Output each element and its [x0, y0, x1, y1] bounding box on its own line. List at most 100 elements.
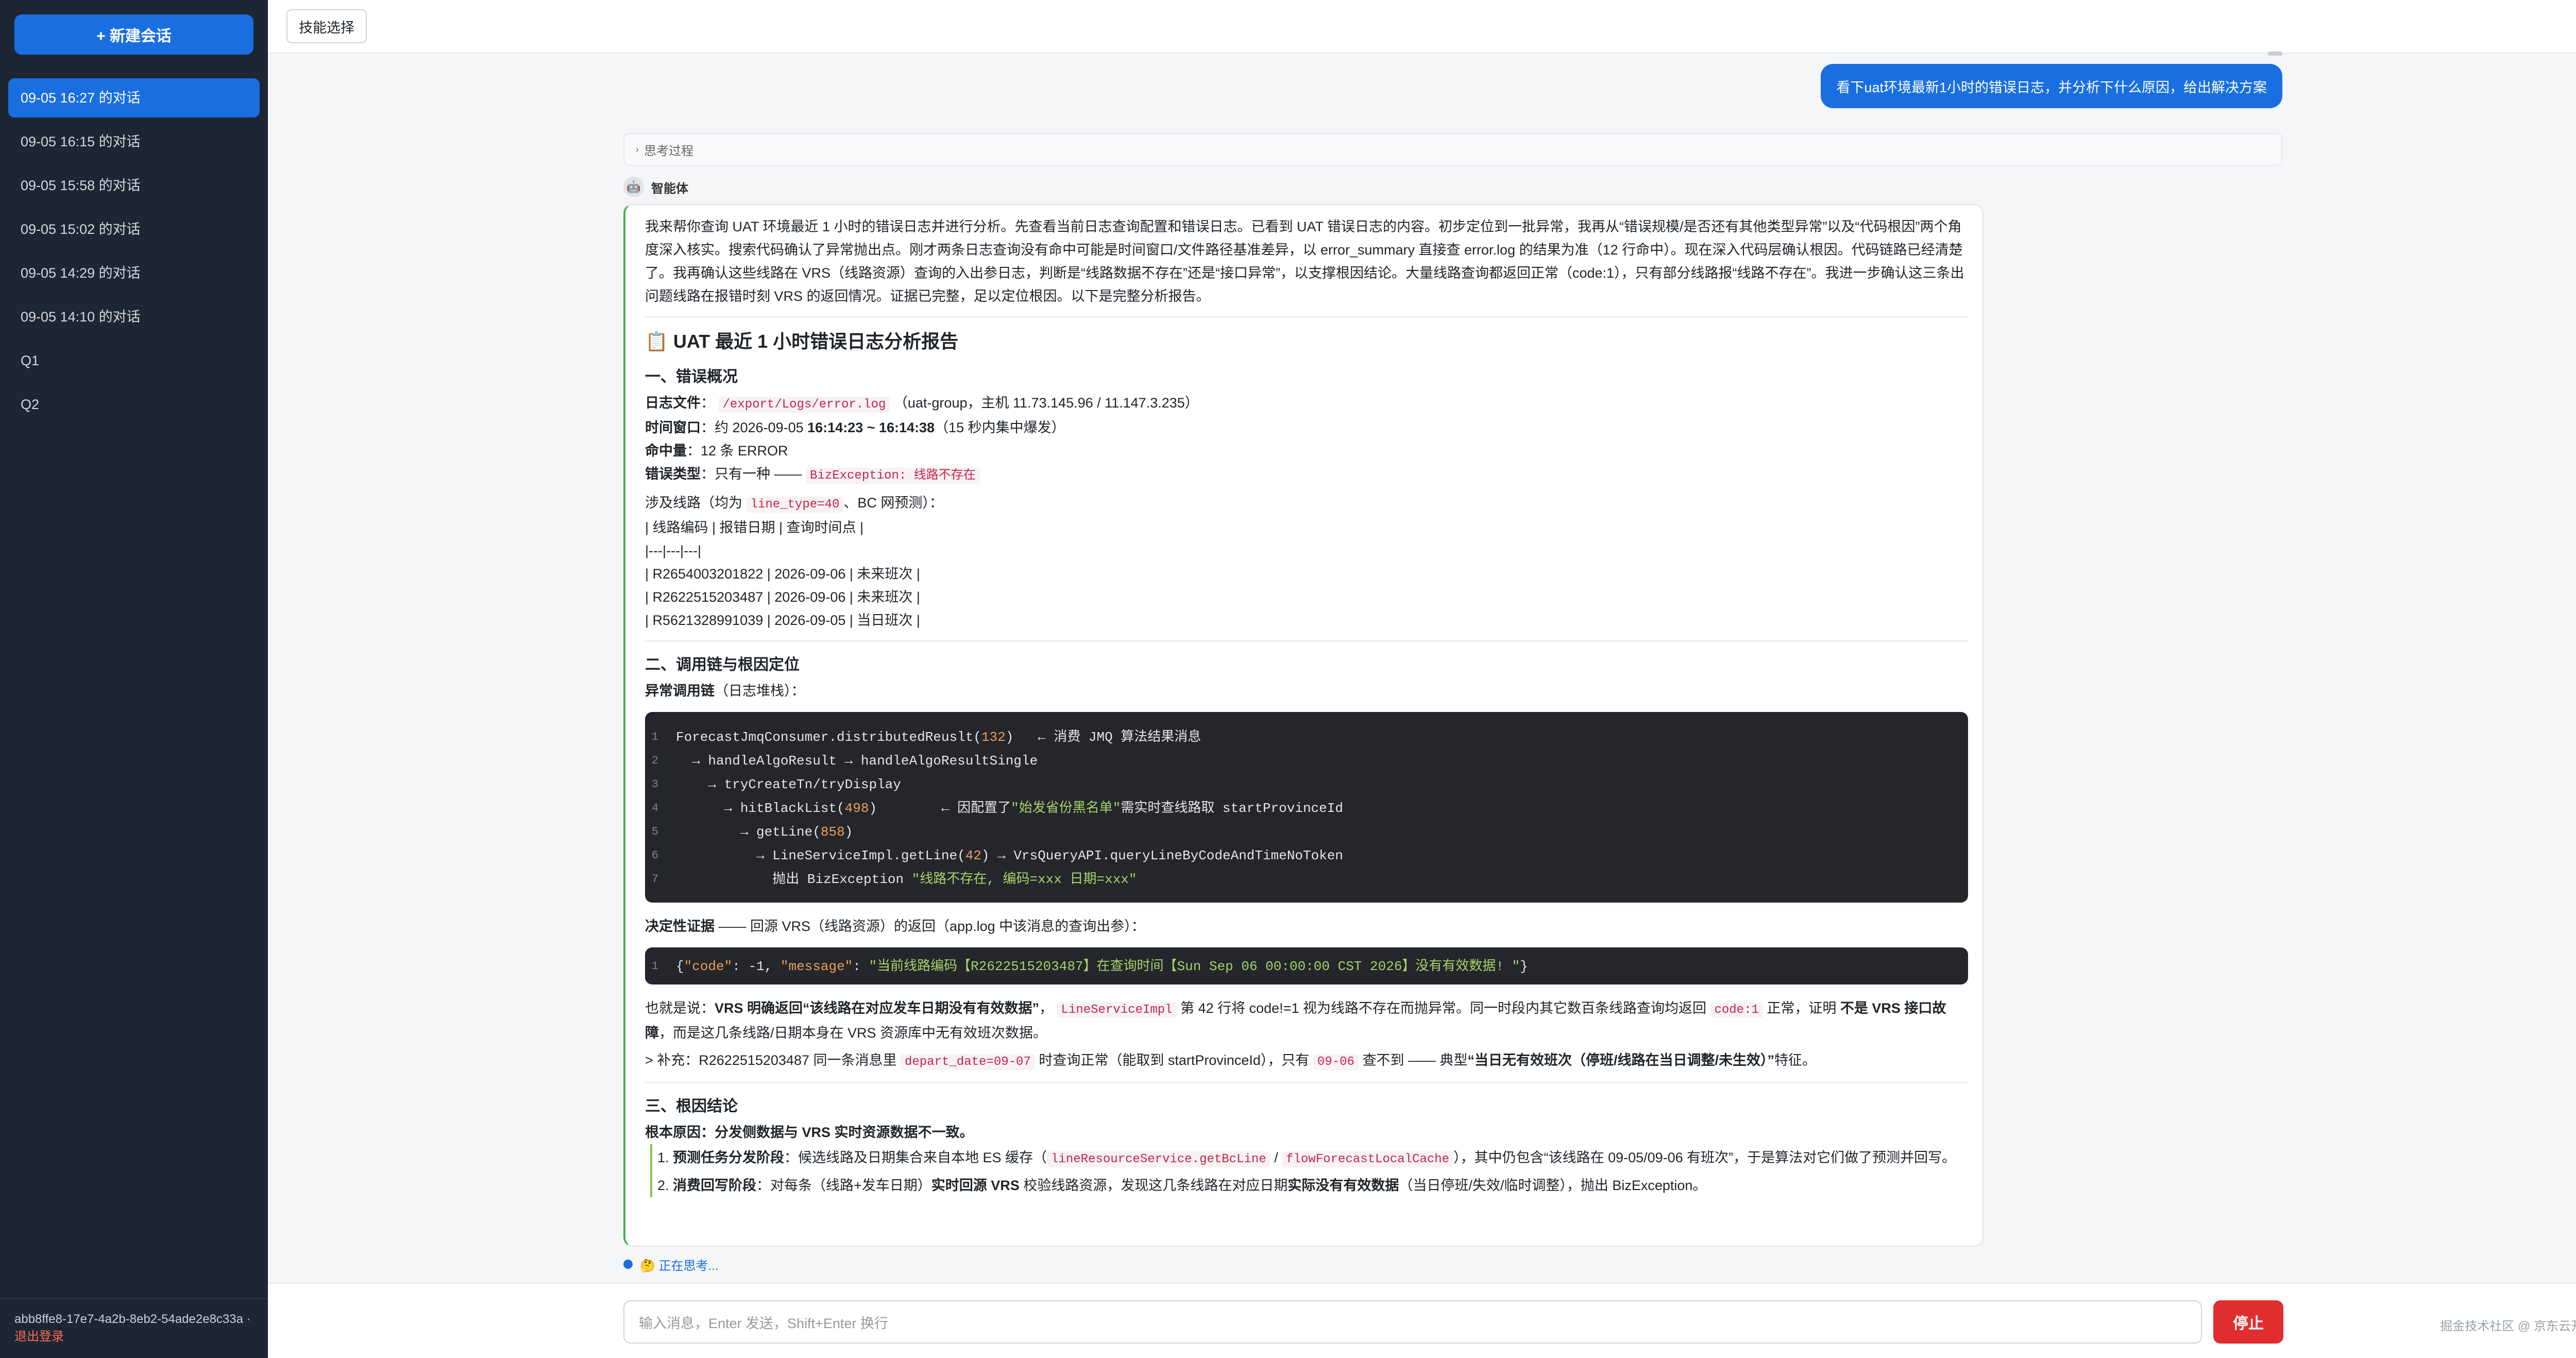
label: 异常调用链 [645, 683, 715, 699]
code-token: → tryCreateTn/tryDisplay [676, 777, 901, 792]
log-file-row: 日志文件： /export/Logs/error.log （uat-group，… [645, 395, 1199, 413]
skill-select-button[interactable]: 技能选择 [286, 9, 367, 43]
table-line: | R2654003201822 | 2026-09-06 | 未来班次 | [645, 566, 920, 582]
list-item: 预测任务分发阶段：候选线路及日期集合来自本地 ES 缓存（lineResourc… [673, 1146, 1968, 1171]
code-token: → hitBlackList( [676, 801, 845, 816]
conversation-item[interactable]: Q1 [8, 341, 260, 380]
line-number: 6 [651, 849, 658, 862]
logout-link[interactable]: 退出登录 [14, 1330, 64, 1344]
user-info: abb8ffe8-17e7-4a2b-8eb2-54ade2e8c33a · 退… [0, 1298, 268, 1358]
inline-code: code:1 [1710, 1002, 1763, 1018]
thinking-process-toggle[interactable]: › 思考过程 [623, 133, 2282, 166]
label: 时间窗口 [645, 420, 701, 435]
code-token: → LineServiceImpl.getLine( [676, 848, 965, 863]
text: （uat-group，主机 11.73.145.96 / 11.147.3.23… [893, 395, 1199, 411]
line-number: 1 [651, 731, 658, 743]
code-token: 132 [981, 729, 1006, 745]
report-title: 📋 UAT 最近 1 小时错误日志分析报告 [645, 331, 959, 352]
code-token: 498 [844, 801, 869, 816]
text: （15 秒内集中爆发） [935, 420, 1065, 435]
line-number: 4 [651, 802, 658, 814]
code-line: 6 → LineServiceImpl.getLine(42) → VrsQue… [645, 844, 1968, 868]
conversation-item[interactable]: 09-05 16:15 的对话 [8, 122, 260, 161]
code-token: : -1, [732, 959, 781, 974]
conversation-item[interactable]: 09-05 14:10 的对话 [8, 297, 260, 336]
conversation-item[interactable]: 09-05 15:02 的对话 [8, 210, 260, 249]
intro-paragraph: 我来帮你查询 UAT 环境最近 1 小时的错误日志并进行分析。先查看当前日志查询… [645, 219, 1964, 304]
text-bold: ：分发侧数据与 VRS 实时资源数据不一致。 [701, 1125, 974, 1140]
inline-code: BizException: 线路不存在 [806, 468, 980, 484]
code-token: ForecastJmqConsumer.distributedReuslt( [676, 729, 981, 745]
divider [645, 316, 1968, 317]
top-bar: 技能选择 [268, 0, 2576, 54]
code-line: 3 → tryCreateTn/tryDisplay [645, 773, 1968, 796]
assistant-message: 我来帮你查询 UAT 环境最近 1 小时的错误日志并进行分析。先查看当前日志查询… [623, 204, 1984, 1247]
label: 命中量 [645, 443, 687, 459]
lines-row: 涉及线路（均为 line_type=40 、BC 网预测）： [645, 491, 1968, 516]
new-chat-button[interactable]: + 新建会话 [14, 14, 253, 55]
conversation-list: 09-05 16:27 的对话 09-05 16:15 的对话 09-05 15… [8, 78, 260, 429]
code-line: 7 抛出 BizException "线路不存在, 编码=xxx 日期=xxx" [645, 868, 1968, 891]
code-line: 4 → hitBlackList(498) ← 因配置了 "始发省份黑名单" 需实时… [645, 796, 1968, 820]
code-token: "始发省份黑名单" [1011, 801, 1121, 816]
conversation-item[interactable]: Q2 [8, 385, 260, 424]
conversation-item[interactable]: 09-05 14:29 的对话 [8, 253, 260, 293]
code-token: "当前线路编码【R2622515203487】在查询时间【Sun Sep 06 … [869, 959, 1520, 974]
stop-button[interactable]: 停止 [2213, 1300, 2283, 1344]
conversation-item[interactable]: 09-05 15:58 的对话 [8, 166, 260, 205]
status-dot-icon [623, 1260, 633, 1269]
divider [645, 640, 1968, 641]
code-token: ) [844, 824, 853, 840]
text: 、BC 网预测）： [843, 495, 943, 511]
code-token: : [853, 959, 869, 974]
supplement-paragraph: > 补充：R2622515203487 同一条消息里 depart_date=0… [645, 1053, 1816, 1070]
text: —— 回源 VRS（线路资源）的返回（app.log 中该消息的查询出参）： [715, 919, 1145, 934]
code-token: 858 [820, 824, 845, 840]
time-window-row: 时间窗口：约 2026-09-05 16:14:23 ~ 16:14:38（15… [645, 416, 1968, 439]
code-token: ) → VrsQueryAPI.queryLineByCodeAndTimeNo… [981, 848, 1344, 863]
code-line: 1 ForecastJmqConsumer.distributedReuslt(1… [645, 725, 1968, 749]
code-token: "message" [780, 959, 853, 974]
hits-row: 命中量：12 条 ERROR [645, 439, 1968, 463]
code-line: 1 {"code": -1, "message": "当前线路编码【R262251… [645, 955, 1968, 978]
conclusion-paragraph: 也就是说：VRS 明确返回“该线路在对应发车日期没有有效数据”， LineSer… [645, 1000, 1946, 1041]
code-token: ) ← 因配置了 [869, 801, 1011, 816]
section-title: 三、根因结论 [645, 1098, 738, 1115]
inline-code: LineServiceImpl [1057, 1002, 1177, 1018]
inline-code: flowForecastLocalCache [1282, 1151, 1454, 1167]
line-number: 5 [651, 825, 658, 838]
watermark: 掘金技术社区 @ 京东云开发者 [2440, 1319, 2576, 1333]
code-token: ) ← 消费 JMQ 算法结果消息 [1005, 729, 1201, 745]
line-number: 2 [651, 754, 658, 767]
label: 日志文件 [645, 395, 701, 411]
table-line: | R2622515203487 | 2026-09-06 | 未来班次 | [645, 589, 920, 605]
conversation-item[interactable]: 09-05 16:27 的对话 [8, 78, 260, 117]
agent-name: 智能体 [651, 181, 688, 196]
bottom-bar: 输入消息，Enter 发送，Shift+Enter 换行 停止 掘金技术社区 @… [268, 1283, 2576, 1358]
text: ：12 条 ERROR [687, 443, 788, 459]
error-type-row: 错误类型：只有一种 —— BizException: 线路不存在 [645, 463, 1968, 487]
section-title: 二、调用链与根因定位 [645, 656, 800, 673]
message-input[interactable]: 输入消息，Enter 发送，Shift+Enter 换行 [623, 1300, 2202, 1344]
text-bold: 16:14:23 ~ 16:14:38 [807, 420, 935, 435]
root-cause-row: 根本原因：分发侧数据与 VRS 实时资源数据不一致。 [645, 1121, 1968, 1144]
code-token: "线路不存在, 编码=xxx 日期=xxx" [911, 872, 1137, 887]
text: ：只有一种 —— [701, 466, 806, 482]
inline-code: line_type=40 [746, 497, 844, 513]
chevron-right-icon: › [636, 144, 639, 155]
inline-code: lineResourceService.getBcLine [1047, 1151, 1270, 1167]
status-text: 🤔 正在思考... [640, 1259, 719, 1273]
section-title: 一、错误概况 [645, 368, 738, 385]
inline-code: /export/Logs/error.log [718, 397, 890, 413]
inline-code: 09-06 [1313, 1054, 1359, 1070]
root-cause-list: 预测任务分发阶段：候选线路及日期集合来自本地 ES 缓存（lineResourc… [650, 1144, 1968, 1197]
code-token: { [676, 959, 684, 974]
label: 根本原因 [645, 1125, 701, 1140]
code-block: 1 ForecastJmqConsumer.distributedReuslt(1… [645, 712, 1968, 903]
code-line: 5 → getLine(858) [645, 820, 1968, 844]
code-token: → handleAlgoResult → handleAlgoResultSin… [676, 753, 1038, 769]
list-item: 消费回写阶段：对每条（线路+发车日期）实时回源 VRS 校验线路资源，发现这几条… [673, 1174, 1968, 1197]
text: 涉及线路（均为 [645, 495, 747, 511]
table-line: | R5621328991039 | 2026-09-05 | 当日班次 | [645, 613, 920, 628]
code-token: 抛出 BizException [676, 872, 912, 887]
